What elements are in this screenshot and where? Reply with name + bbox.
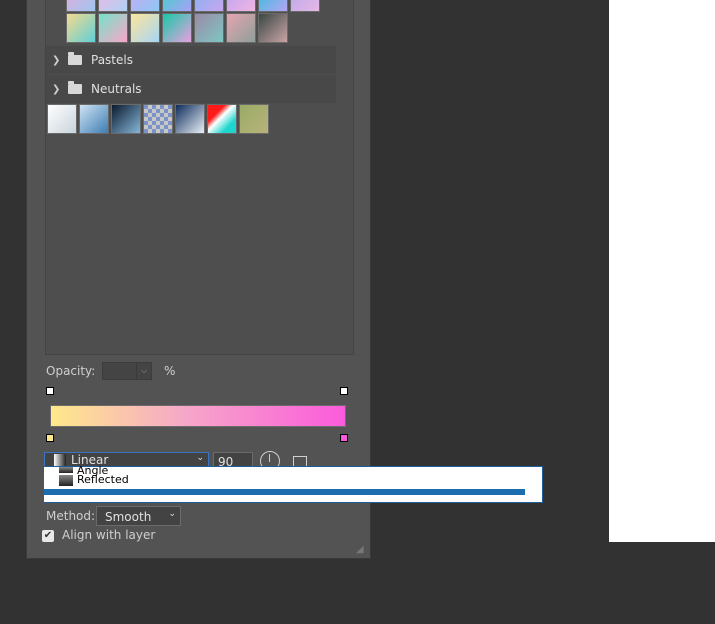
gradient-swatch[interactable] — [98, 13, 128, 43]
folder-icon — [68, 81, 82, 94]
method-value: Smooth — [105, 510, 152, 524]
chevron-right-icon[interactable]: ❯ — [52, 55, 64, 66]
angle-gradient-icon — [59, 467, 73, 473]
gradient-swatch[interactable] — [175, 104, 205, 134]
gradient-swatch[interactable] — [79, 104, 109, 134]
dropdown-highlight[interactable] — [44, 489, 525, 495]
gradient-swatch[interactable] — [143, 104, 173, 134]
opacity-stop-right[interactable] — [340, 387, 348, 395]
gradient-swatch[interactable] — [194, 13, 224, 43]
gradient-swatch[interactable] — [290, 0, 320, 12]
gradient-style-dropdown: Angle Reflected — [43, 464, 543, 503]
method-select[interactable]: Smooth ⌄ — [96, 506, 181, 526]
gradient-swatch[interactable] — [47, 104, 77, 134]
gradient-swatch[interactable] — [194, 0, 224, 12]
gradient-swatch[interactable] — [239, 104, 269, 134]
color-stop-right[interactable] — [340, 434, 348, 442]
align-with-layer-label: Align with layer — [62, 528, 156, 542]
gradient-swatch[interactable] — [130, 13, 160, 43]
folder-pastels[interactable]: ❯ Pastels — [46, 46, 336, 74]
gradient-swatch[interactable] — [226, 13, 256, 43]
opacity-input[interactable]: ⌵ — [102, 362, 152, 380]
document-canvas[interactable] — [609, 0, 715, 542]
folder-icon — [68, 52, 82, 65]
gradient-swatch[interactable] — [258, 0, 288, 12]
gradient-swatch-row-1 — [66, 0, 322, 12]
reflected-gradient-icon — [59, 475, 73, 486]
gradient-swatch[interactable] — [226, 0, 256, 12]
chevron-right-icon[interactable]: ❯ — [52, 84, 64, 95]
gradient-swatch[interactable] — [66, 0, 96, 12]
chevron-down-icon[interactable]: ⌵ — [136, 363, 151, 379]
chevron-down-icon: ⌄ — [196, 453, 204, 463]
linear-gradient-icon — [54, 454, 66, 466]
gradient-swatch[interactable] — [130, 0, 160, 12]
gradient-swatch[interactable] — [98, 0, 128, 12]
neutral-swatch-row — [47, 104, 271, 134]
gradient-swatch[interactable] — [162, 0, 192, 12]
folder-neutrals[interactable]: ❯ Neutrals — [46, 75, 336, 103]
chevron-down-icon: ⌄ — [168, 509, 176, 519]
gradient-swatch-row-2 — [66, 13, 290, 43]
gradient-swatch[interactable] — [162, 13, 192, 43]
opacity-unit: % — [164, 364, 176, 378]
opacity-stop-left[interactable] — [46, 387, 54, 395]
gradient-swatch[interactable] — [207, 104, 237, 134]
gradient-presets-list: ❯ Pastels ❯ Neutrals — [45, 0, 354, 355]
folder-label: Neutrals — [91, 82, 142, 96]
gradient-swatch[interactable] — [258, 13, 288, 43]
gradient-swatch[interactable] — [66, 13, 96, 43]
align-with-layer-checkbox[interactable]: ✔ — [42, 530, 54, 542]
gradient-swatch[interactable] — [111, 104, 141, 134]
opacity-label: Opacity: — [46, 364, 96, 378]
method-label: Method: — [46, 509, 96, 523]
color-stop-left[interactable] — [46, 434, 54, 442]
resize-grip-icon[interactable]: ◢ — [356, 544, 366, 555]
gradient-bar[interactable] — [50, 405, 346, 427]
folder-label: Pastels — [91, 53, 133, 67]
dropdown-item-reflected[interactable]: Reflected — [77, 473, 129, 486]
